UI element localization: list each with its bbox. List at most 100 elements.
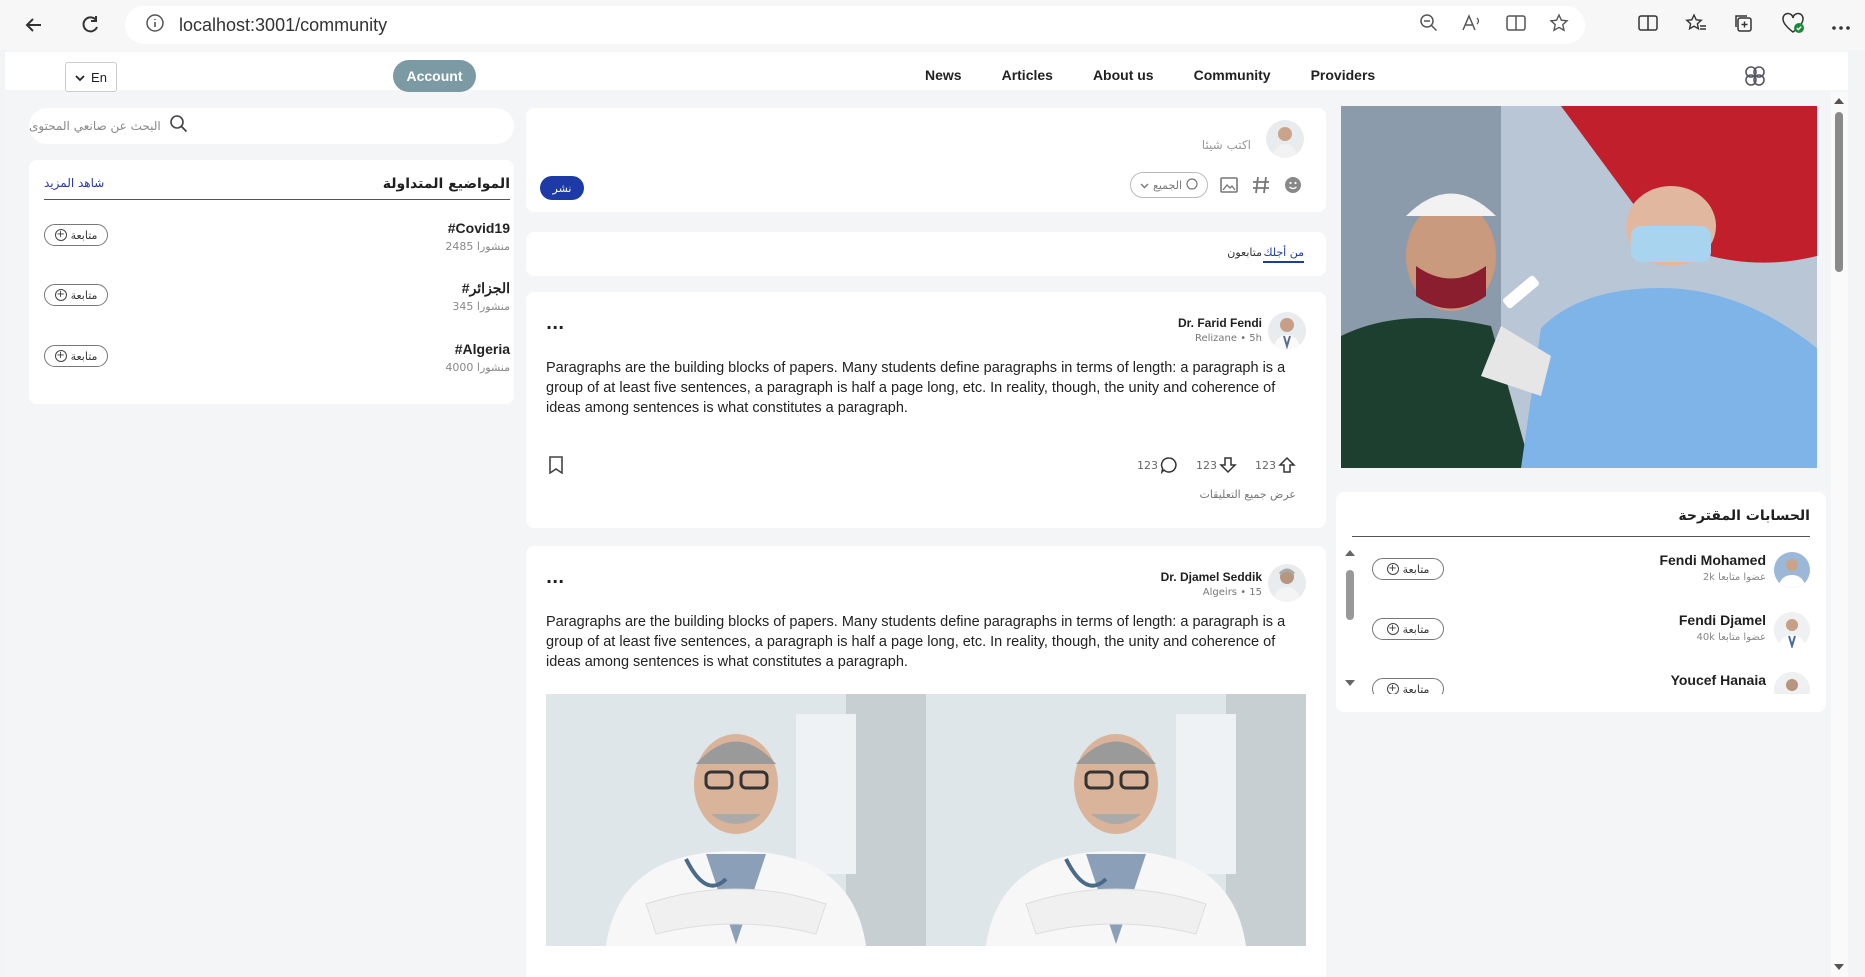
account-name[interactable]: Fendi Mohamed: [1659, 552, 1766, 568]
feed-post: Dr. Djamel Seddik Algeirs • 15 ... Parag…: [526, 546, 1326, 977]
chevron-down-icon: [75, 70, 85, 85]
publish-button[interactable]: نشر: [540, 176, 584, 200]
language-select[interactable]: En: [65, 62, 117, 92]
follow-button[interactable]: + متابعة: [1372, 618, 1444, 640]
trend-tag[interactable]: #Covid19: [448, 220, 510, 236]
follow-button[interactable]: + متابعة: [44, 224, 108, 246]
page-scrollbar[interactable]: [1831, 92, 1848, 977]
audience-select[interactable]: الجميع: [1130, 172, 1208, 198]
follow-label: متابعة: [70, 228, 98, 242]
avatar[interactable]: [1774, 672, 1810, 694]
comment-count: 123: [1137, 458, 1158, 472]
creator-search[interactable]: البحث عن صانعي المحتوى: [29, 108, 514, 144]
back-icon[interactable]: [16, 7, 52, 43]
url-text: localhost:3001/community: [179, 14, 388, 35]
trend-item[interactable]: #Algeria 4000 منشورا + متابعة: [44, 341, 510, 385]
post-image[interactable]: [926, 694, 1306, 946]
follow-button[interactable]: + متابعة: [1372, 678, 1444, 694]
plus-icon: +: [1386, 563, 1399, 575]
suggested-title: الحسابات المقترحة: [1678, 508, 1810, 524]
main-menu: News Articles About us Community Provide…: [925, 67, 1375, 83]
downvote-action[interactable]: 123: [1196, 456, 1237, 474]
list-scrollbar[interactable]: [1344, 548, 1356, 688]
trend-item[interactable]: #Covid19 2485 منشورا + متابعة: [44, 220, 510, 264]
avatar[interactable]: [1268, 564, 1306, 602]
refresh-icon[interactable]: [72, 7, 108, 43]
browser-essentials-icon[interactable]: [1781, 12, 1805, 38]
upvote-action[interactable]: 123: [1255, 456, 1296, 474]
browser-toolbar: localhost:3001/community: [0, 0, 1865, 50]
menu-articles[interactable]: Articles: [1002, 67, 1053, 83]
view-all-comments-link[interactable]: عرض جميع التعليقات: [1199, 488, 1296, 501]
upvote-count: 123: [1255, 458, 1276, 472]
language-label: En: [91, 69, 107, 85]
globe-icon: [1186, 177, 1198, 193]
post-composer: اكتب شيئا الجميع نشر: [526, 108, 1326, 212]
trend-tag[interactable]: #Algeria: [455, 341, 510, 357]
follow-button[interactable]: + متابعة: [44, 345, 108, 367]
follow-label: متابعة: [1402, 682, 1430, 695]
info-icon[interactable]: [145, 13, 165, 37]
menu-community[interactable]: Community: [1194, 67, 1271, 83]
plus-icon: +: [54, 229, 67, 241]
follow-button[interactable]: + متابعة: [1372, 558, 1444, 580]
immersive-reader-icon[interactable]: [1505, 13, 1527, 37]
plus-icon: +: [54, 289, 67, 301]
plus-icon: +: [1386, 683, 1399, 694]
trending-topics-card: المواضيع المتداولة شاهد المزيد #Covid19 …: [29, 160, 514, 404]
page: En Account News Articles About us Commun…: [5, 52, 1848, 977]
post-author[interactable]: Dr. Farid Fendi: [1178, 316, 1262, 330]
zoom-out-icon[interactable]: [1419, 13, 1439, 37]
avatar[interactable]: [1774, 552, 1810, 588]
favorites-icon[interactable]: [1685, 13, 1707, 37]
featured-photo[interactable]: [1341, 106, 1817, 468]
trend-tag[interactable]: #الجزائر: [462, 280, 510, 297]
account-followers: 2k عضوا متابعا: [1702, 572, 1766, 583]
chevron-down-icon: [1140, 179, 1149, 192]
search-icon[interactable]: [169, 114, 189, 138]
trend-count: 4000 منشورا: [445, 361, 510, 374]
post-meta: Algeirs • 15: [1202, 587, 1262, 598]
menu-about-us[interactable]: About us: [1093, 67, 1154, 83]
image-icon[interactable]: [1218, 174, 1240, 196]
bookmark-icon[interactable]: [548, 456, 564, 478]
comment-action[interactable]: 123: [1137, 456, 1178, 474]
trend-item[interactable]: #الجزائر 345 منشورا + متابعة: [44, 280, 510, 324]
search-input[interactable]: البحث عن صانعي المحتوى: [29, 119, 161, 133]
arrow-down-icon: [1219, 457, 1237, 474]
more-options-icon[interactable]: ...: [546, 568, 564, 587]
audience-label: الجميع: [1152, 178, 1183, 192]
menu-providers[interactable]: Providers: [1311, 67, 1376, 83]
hashtag-icon[interactable]: [1250, 174, 1272, 196]
account-button[interactable]: Account: [393, 60, 476, 92]
plus-icon: +: [1386, 623, 1399, 635]
split-screen-icon[interactable]: [1637, 13, 1659, 37]
follow-button[interactable]: + متابعة: [44, 284, 108, 306]
read-aloud-icon[interactable]: [1461, 13, 1483, 37]
suggested-account[interactable]: Fendi Djamel 40k عضوا متابعا + متابعة: [1372, 612, 1810, 660]
post-author[interactable]: Dr. Djamel Seddik: [1161, 570, 1262, 584]
avatar[interactable]: [1268, 312, 1306, 350]
see-more-link[interactable]: شاهد المزيد: [44, 176, 104, 190]
suggested-account[interactable]: Youcef Hanaia + متابعة: [1372, 672, 1810, 694]
trend-count: 2485 منشورا: [445, 240, 510, 253]
more-options-icon[interactable]: ...: [546, 314, 564, 333]
favorite-star-icon[interactable]: [1549, 13, 1569, 37]
top-navbar: En Account News Articles About us Commun…: [5, 52, 1848, 92]
account-name[interactable]: Youcef Hanaia: [1671, 672, 1766, 688]
address-bar[interactable]: localhost:3001/community: [125, 6, 1585, 44]
tab-following[interactable]: متابعون: [1227, 246, 1262, 259]
follow-label: متابعة: [1402, 562, 1430, 576]
composer-input[interactable]: اكتب شيئا: [1202, 138, 1251, 152]
more-options-icon[interactable]: [1831, 16, 1851, 35]
brand-logo-icon[interactable]: [1743, 64, 1767, 88]
avatar[interactable]: [1774, 612, 1810, 648]
comment-icon: [1160, 457, 1177, 474]
post-image[interactable]: [546, 694, 926, 946]
account-name[interactable]: Fendi Djamel: [1679, 612, 1766, 628]
collections-icon[interactable]: [1733, 13, 1755, 37]
emoji-icon[interactable]: [1282, 174, 1304, 196]
suggested-account[interactable]: Fendi Mohamed 2k عضوا متابعا + متابعة: [1372, 552, 1810, 600]
tab-for-you[interactable]: من أجلك: [1263, 246, 1304, 263]
menu-news[interactable]: News: [925, 67, 962, 83]
